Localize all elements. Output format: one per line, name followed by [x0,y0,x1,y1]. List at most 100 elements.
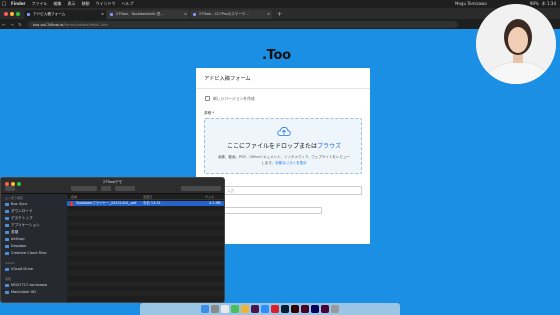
tab-adobe-form[interactable]: アドビ入稿フォーム × [24,10,106,19]
finder-file-list: 名前 変更日 サイズ TooAdobeフライヤー_20231410_.pdf 今… [67,194,224,302]
sidebar-item-dropbox[interactable]: Dropbox [5,244,26,248]
launchpad-dock-icon[interactable] [211,305,219,313]
dock [140,303,400,315]
url-input[interactable]: too-sol.2tflow.io/forms/adobe/9bb0-4eb [28,20,458,28]
sidebar-item-computer[interactable]: MG07717-tomizawa [5,283,47,287]
folder-icon [5,202,9,206]
file-field-label: 原稿 * [204,111,215,115]
sidebar-section-icloud: iCloud [5,261,15,265]
finder-window: 2Tflowデモ よく使う項目 Box Sync ダウンロード デスクトップ ア… [0,177,225,303]
xd-dock-icon[interactable] [321,305,329,313]
close-tab-icon[interactable]: × [184,10,187,19]
column-date[interactable]: 変更日 [143,195,152,199]
photoshop-dock-icon[interactable] [281,305,289,313]
back-arrow-icon[interactable]: ← [0,22,8,27]
sidebar-item-box-sync[interactable]: Box Sync [5,202,27,206]
new-tab-button[interactable]: + [273,10,286,19]
empty-row [67,281,224,286]
group-button[interactable] [101,186,111,191]
sidebar-section-locations: 場所 [5,277,12,281]
sidebar-item-label: iCloud Drive [11,267,33,271]
view-mode-buttons[interactable] [71,186,97,191]
zoom-window-icon[interactable] [16,12,20,16]
sidebar-section-favorites: よく使う項目 [5,196,24,200]
sidebar-item-label: Box Sync [11,202,28,206]
notes-dock-icon[interactable] [241,305,249,313]
sidebar-item-downloads[interactable]: ダウンロード [5,209,33,214]
zoom-window-icon[interactable] [17,182,21,186]
minimize-window-icon[interactable] [10,12,14,16]
form-title: アドビ入稿フォーム [204,76,251,82]
user-name: Megu Tomizawa [455,1,487,6]
messages-dock-icon[interactable] [231,305,239,313]
supported-list-link[interactable]: 対象なリストを表示 [275,161,307,165]
slack-dock-icon[interactable] [251,305,259,313]
sidebar-item-label: MG07717-tomizawa [11,283,47,287]
close-tab-icon[interactable]: × [267,10,270,19]
column-name[interactable]: 名前 [71,195,77,199]
sidebar-item-desktop[interactable]: デスクトップ [5,216,33,221]
favicon-icon [27,13,30,16]
premiere-dock-icon[interactable] [311,305,319,313]
sidebar-item-creative-cloud[interactable]: Creative Cloud Files [5,251,47,255]
trash-dock-icon[interactable] [331,305,339,313]
tab-label: アドビ入稿フォーム [33,12,66,16]
chrome-dock-icon[interactable] [221,305,229,313]
url-host: too-sol.2tflow.io [33,21,64,27]
back-forward-buttons[interactable] [5,186,15,191]
forward-arrow-icon[interactable]: → [8,22,16,27]
file-row[interactable]: TooAdobeフライヤー_20231410_.pdf 今日 13:31 4.2… [67,201,224,206]
sidebar-item-documents[interactable]: 書類 [5,230,18,235]
address-bar: ← → ↻ too-sol.2tflow.io/forms/adobe/9bb0… [0,19,560,29]
presenter-video [476,4,556,84]
dropzone-description: 画像、動画、PDF、Officeドキュメント、リッチメディア、ウェブサイトをレビ… [218,155,350,159]
file-dropzone[interactable]: ここにファイルをドロップまたはブラウズ 画像、動画、PDF、Officeドキュメ… [204,118,362,174]
tab-tooadobeinfo[interactable]: 2Tflow - TooAdobeInfo 見... × [107,10,189,19]
finder-toolbar: 2Tflowデモ [1,178,224,194]
action-buttons[interactable] [115,186,135,191]
tab-label: 2Tflow - TooAdobeInfo 見... [116,12,164,16]
sidebar-item-icloud-drive[interactable]: iCloud Drive [5,267,33,271]
menu-window[interactable]: ウインドウ [93,0,119,8]
menu-help[interactable]: ヘルプ [119,0,137,8]
column-size[interactable]: サイズ [205,195,214,199]
sidebar-item-macintosh-hd[interactable]: Macintosh HD [5,290,36,294]
file-list-header: 名前 変更日 サイズ [67,194,224,200]
menu-app-name[interactable]: Finder [8,0,29,8]
menu-go[interactable]: 移動 [79,0,93,8]
sidebar-item-label: ダウンロード [11,209,33,213]
browse-link[interactable]: ブラウズ [317,143,341,150]
favicon-icon [110,13,113,16]
apple-icon[interactable]:  [0,0,8,8]
sidebar-item-label: デスクトップ [11,216,33,220]
indesign-dock-icon[interactable] [301,305,309,313]
finder-title: 2Tflowデモ [103,180,123,184]
close-tab-icon[interactable]: × [101,10,104,19]
clock[interactable]: 木 1:34 [542,0,556,8]
sidebar-item-applications[interactable]: アプリケーション [5,223,40,228]
dropzone-desc-prefix: します。 [261,161,276,165]
document-icon [5,231,9,234]
sidebar-item-label: AirDrop [11,237,25,241]
menu-view[interactable]: 表示 [65,0,79,8]
zoom-dock-icon[interactable] [261,305,269,313]
text-input-2[interactable] [222,207,322,214]
close-window-icon[interactable] [4,12,8,16]
empty-row [67,211,224,216]
empty-row [67,231,224,236]
tab-cc7pro[interactable]: 2Tflow - CC7Proのスマーク... × [190,10,272,19]
new-version-checkbox[interactable] [205,96,210,101]
finder-search-input[interactable] [181,186,221,191]
pdf-file-icon [70,201,74,206]
webcam-overlay [476,4,556,84]
text-input[interactable]: 入力 [222,186,362,195]
favicon-icon [193,13,196,16]
menu-edit[interactable]: 編集 [51,0,65,8]
window-controls [0,12,24,19]
menu-file[interactable]: ファイル [29,0,51,8]
finder-dock-icon[interactable] [201,305,209,313]
acrobat-dock-icon[interactable] [271,305,279,313]
sidebar-item-airdrop[interactable]: AirDrop [5,237,25,241]
reload-icon[interactable]: ↻ [16,22,24,27]
illustrator-dock-icon[interactable] [291,305,299,313]
